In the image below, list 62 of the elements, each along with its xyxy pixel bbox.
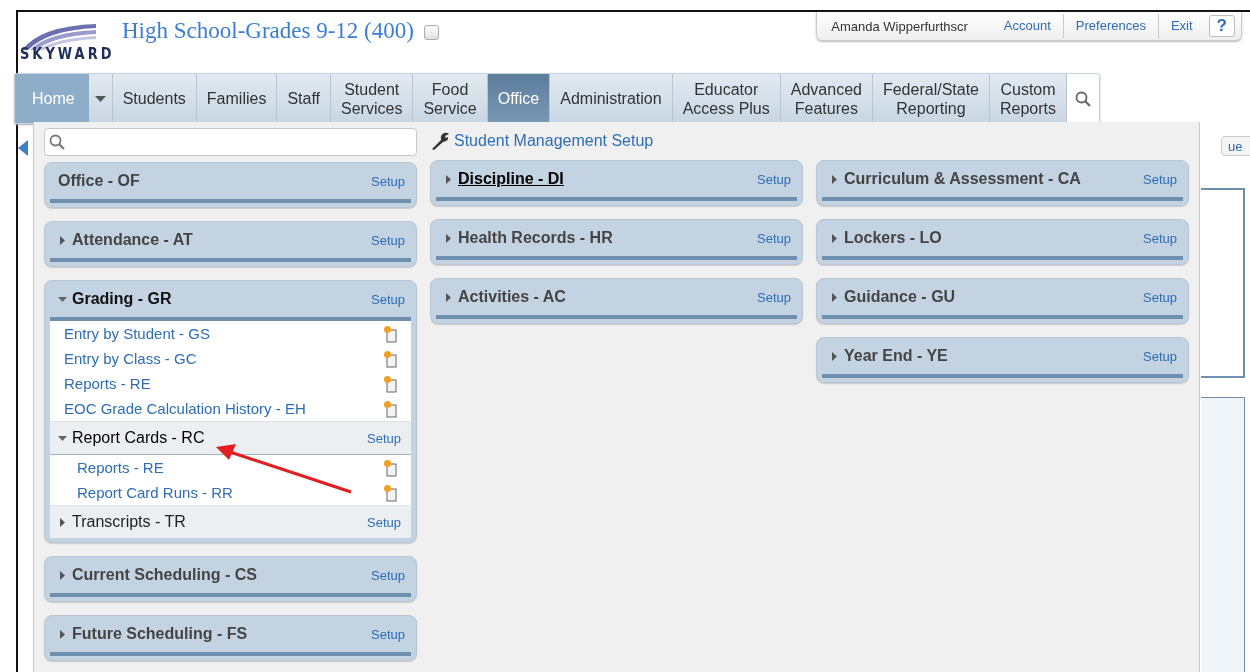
module-title[interactable]: Activities - AC (458, 288, 752, 306)
partial-button[interactable]: ue (1221, 136, 1250, 156)
module-title[interactable]: Guidance - GU (844, 288, 1138, 306)
module-title[interactable]: Attendance - AT (72, 231, 366, 249)
module-title[interactable]: Office - OF (58, 172, 366, 190)
search-icon (49, 134, 65, 150)
menu-link[interactable]: Report Card Runs - RR (77, 484, 233, 501)
help-button[interactable]: ? (1208, 15, 1235, 37)
menu-link[interactable]: EOC Grade Calculation History - EH (64, 400, 306, 417)
search-icon[interactable] (1067, 74, 1100, 123)
module-title[interactable]: Health Records - HR (458, 229, 752, 247)
setup-link[interactable]: Setup (1143, 348, 1177, 364)
setup-link[interactable]: Setup (367, 514, 401, 530)
module-title[interactable]: Curriculum & Assessment - CA (844, 170, 1138, 188)
expand-arrow-icon[interactable] (830, 233, 839, 243)
setup-link[interactable]: Setup (371, 626, 405, 642)
module-title[interactable]: Grading - GR (72, 290, 366, 308)
expand-arrow-icon[interactable] (444, 292, 453, 302)
expand-arrow-icon[interactable] (58, 570, 67, 580)
management-setup-link[interactable]: Student Management Setup (454, 132, 654, 150)
wrench-icon (430, 132, 450, 150)
module-title[interactable]: Current Scheduling - CS (72, 566, 366, 584)
expand-arrow-icon[interactable] (444, 233, 453, 243)
setup-link[interactable]: Setup (371, 567, 405, 583)
logo-text: SKYWARD (20, 44, 110, 63)
expand-arrow-icon[interactable] (830, 174, 839, 184)
collapse-arrow-icon[interactable] (58, 294, 67, 304)
module-title[interactable]: Year End - YE (844, 347, 1138, 365)
menu-link[interactable]: Reports - RE (77, 459, 164, 476)
header-link[interactable]: Exit (1157, 14, 1205, 38)
user-name: Amanda Wipperfurthscr (831, 18, 969, 34)
module-title[interactable]: Lockers - LO (844, 229, 1138, 247)
expand-arrow-icon[interactable] (830, 292, 839, 302)
expand-arrow-icon[interactable] (58, 517, 67, 527)
setup-link[interactable]: Setup (367, 430, 401, 446)
school-title: High School-Grades 9-12 (400) (122, 18, 414, 44)
expand-arrow-icon[interactable] (830, 351, 839, 361)
submenu-heading[interactable]: Transcripts - TR (72, 513, 362, 531)
setup-link[interactable]: Setup (757, 230, 791, 246)
setup-link[interactable]: Setup (371, 291, 405, 307)
search-field[interactable] (44, 128, 417, 156)
setup-link[interactable]: Setup (757, 289, 791, 305)
menu-link[interactable]: Entry by Class - GC (64, 350, 197, 367)
setup-link[interactable]: Setup (1143, 171, 1177, 187)
expand-arrow-icon[interactable] (58, 235, 67, 245)
menu-link[interactable]: Reports - RE (64, 375, 151, 392)
submenu-heading[interactable]: Report Cards - RC (72, 429, 362, 447)
collapse-arrow-icon[interactable] (58, 433, 67, 443)
nav-tab[interactable]: Office (487, 74, 551, 123)
setup-link[interactable]: Setup (371, 173, 405, 189)
setup-link[interactable]: Setup (1143, 230, 1177, 246)
header-link[interactable]: Account (991, 14, 1063, 38)
setup-link[interactable]: Setup (757, 171, 791, 187)
module-title[interactable]: Discipline - DI (458, 170, 752, 188)
back-arrow-icon[interactable] (18, 140, 28, 156)
menu-link[interactable]: Entry by Student - GS (64, 325, 210, 342)
header-link[interactable]: Preferences (1062, 14, 1158, 38)
expand-arrow-icon[interactable] (444, 174, 453, 184)
expand-arrow-icon[interactable] (58, 629, 67, 639)
module-title[interactable]: Future Scheduling - FS (72, 625, 366, 643)
setup-link[interactable]: Setup (371, 232, 405, 248)
setup-link[interactable]: Setup (1143, 289, 1177, 305)
